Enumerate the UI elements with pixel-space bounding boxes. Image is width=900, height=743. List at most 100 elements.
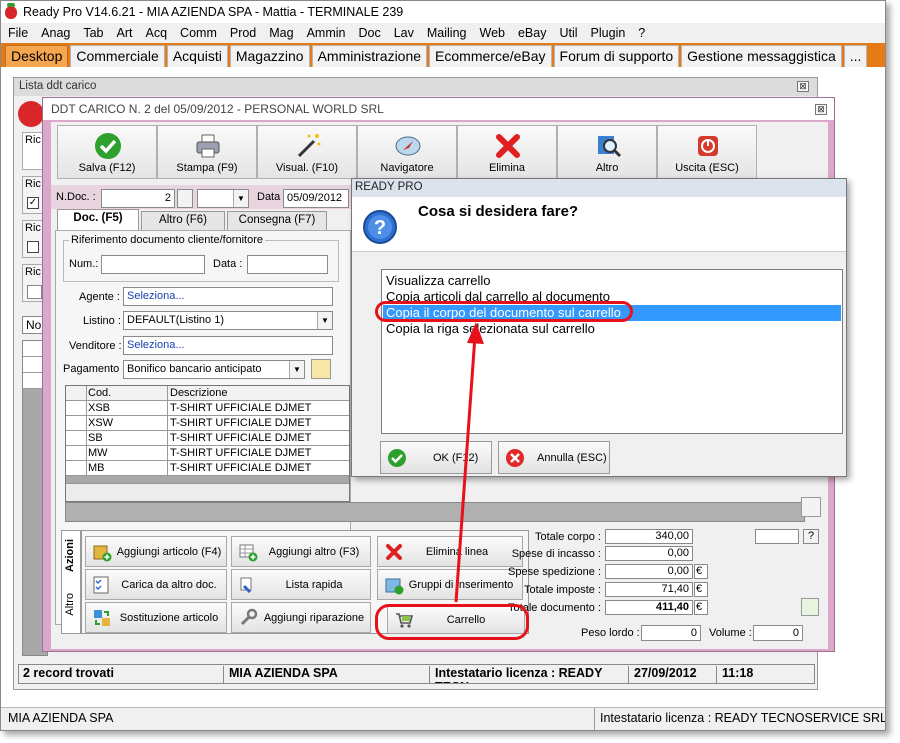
lista-close-icon[interactable]: ⊠ — [797, 81, 809, 92]
swap-icon — [94, 610, 110, 626]
num-input[interactable] — [101, 255, 205, 274]
save-button[interactable]: Salva (F12) — [57, 125, 157, 179]
menu-ammin[interactable]: Ammin — [302, 26, 354, 40]
visual-button[interactable]: Visual. (F10) — [257, 125, 357, 179]
menu-acq[interactable]: Acq — [141, 26, 176, 40]
menu-help[interactable]: ? — [633, 26, 653, 40]
tab-altro[interactable]: Altro (F6) — [141, 211, 225, 230]
filter-input[interactable] — [27, 285, 42, 299]
filter-checkbox[interactable] — [27, 241, 39, 253]
table-row[interactable]: XSW T-SHIRT UFFICIALE DJMET — [66, 416, 349, 431]
red-x-icon — [496, 134, 520, 158]
incasso-value[interactable]: 0,00 — [605, 546, 693, 561]
filter-checkbox[interactable]: ✓ — [27, 197, 39, 209]
tab-more[interactable]: ... — [843, 45, 868, 67]
tab-acquisti[interactable]: Acquisti — [166, 45, 228, 67]
help-button[interactable]: ? — [803, 529, 819, 544]
imposte-value: 71,40 — [605, 582, 693, 597]
add-other-button[interactable]: Aggiungi altro (F3) — [231, 536, 371, 567]
cancel-button[interactable]: Annulla (ESC) — [498, 441, 610, 474]
grid-action-icon[interactable] — [801, 497, 821, 517]
quick-list-icon — [240, 577, 252, 594]
menu-util[interactable]: Util — [554, 26, 585, 40]
navigator-button[interactable]: Navigatore — [357, 125, 457, 179]
side-tab-altro[interactable]: Altro — [64, 593, 76, 616]
spedizione-value[interactable]: 0,00 — [605, 564, 693, 579]
spedizione-label: Spese spedizione : — [508, 566, 601, 578]
documento-value: 411,40 — [605, 600, 693, 615]
side-tabs: Azioni Altro — [61, 530, 81, 634]
menu-ebay[interactable]: eBay — [513, 26, 555, 40]
side-tab-azioni[interactable]: Azioni — [64, 539, 76, 572]
ddt-close-icon[interactable]: ⊠ — [815, 104, 827, 115]
menu-art[interactable]: Art — [112, 26, 141, 40]
cell-desc: T-SHIRT UFFICIALE DJMET — [170, 462, 312, 474]
load-from-doc-button[interactable]: Carica da altro doc. — [85, 569, 227, 600]
check-icon — [95, 133, 121, 159]
agente-select[interactable]: Seleziona... — [123, 287, 333, 306]
table-row[interactable]: SB T-SHIRT UFFICIALE DJMET — [66, 431, 349, 446]
visual-label: Visual. (F10) — [275, 162, 339, 174]
filter-label: Ric — [25, 266, 41, 278]
tab-consegna[interactable]: Consegna (F7) — [227, 211, 327, 230]
add-repair-button[interactable]: Aggiungi riparazione — [231, 602, 371, 633]
checklist-icon — [93, 576, 109, 594]
tab-amministrazione[interactable]: Amministrazione — [311, 45, 428, 67]
list-item[interactable]: Copia la riga selezionata sul carrello — [383, 321, 841, 337]
articles-grid[interactable]: Cod. Descrizione XSB T-SHIRT UFFICIALE DJ… — [65, 385, 350, 502]
data2-input[interactable] — [247, 255, 328, 274]
menu-lav[interactable]: Lav — [389, 26, 422, 40]
cell-cod: XSW — [88, 417, 114, 429]
app-title: Ready Pro V14.6.21 - MIA AZIENDA SPA - M… — [23, 5, 404, 19]
grid-header: Cod. Descrizione — [66, 386, 349, 401]
tab-ecommerce[interactable]: Ecommerce/eBay — [429, 45, 552, 67]
table-row[interactable]: XSB T-SHIRT UFFICIALE DJMET — [66, 401, 349, 416]
tab-messaggistica[interactable]: Gestione messaggistica — [681, 45, 842, 67]
print-button[interactable]: Stampa (F9) — [157, 125, 257, 179]
menu-mag[interactable]: Mag — [264, 26, 301, 40]
replace-article-button[interactable]: Sostituzione articolo — [85, 602, 227, 633]
venditore-select[interactable]: Seleziona... — [123, 336, 333, 355]
tab-commerciale[interactable]: Commerciale — [70, 45, 165, 67]
grid-hscrollbar[interactable] — [66, 483, 349, 501]
listino-select[interactable]: DEFAULT(Listino 1) ▼ — [123, 311, 333, 330]
highlight-cart-oval — [375, 604, 529, 640]
ndoc-input[interactable]: 2 — [101, 189, 175, 208]
table-row[interactable]: MW T-SHIRT UFFICIALE DJMET — [66, 446, 349, 461]
list-item[interactable]: Visualizza carrello — [383, 273, 841, 289]
folder-icon[interactable] — [311, 359, 331, 379]
volume-value[interactable]: 0 — [753, 625, 803, 641]
menu-web[interactable]: Web — [475, 26, 513, 40]
tab-desktop[interactable]: Desktop — [5, 45, 69, 67]
exit-button[interactable]: Uscita (ESC) — [657, 125, 757, 179]
peso-value[interactable]: 0 — [641, 625, 701, 641]
tab-doc[interactable]: Doc. (F5) — [57, 209, 139, 230]
menu-file[interactable]: File — [3, 26, 36, 40]
ok-button[interactable]: OK (F12) — [380, 441, 492, 474]
ndoc-series-select[interactable]: ▼ — [197, 189, 249, 208]
menu-tab[interactable]: Tab — [78, 26, 111, 40]
ndoc-spin[interactable] — [177, 189, 193, 208]
quick-list-button[interactable]: Lista rapida — [231, 569, 371, 600]
menu-mailing[interactable]: Mailing — [422, 26, 475, 40]
menu-comm[interactable]: Comm — [175, 26, 225, 40]
pagamento-select[interactable]: Bonifico bancario anticipato ▼ — [123, 360, 305, 379]
tab-magazzino[interactable]: Magazzino — [229, 45, 310, 67]
options-list[interactable]: Visualizza carrello Copia articoli dal c… — [381, 269, 843, 434]
header-desc: Descrizione — [170, 387, 228, 399]
other-button[interactable]: Altro — [557, 125, 657, 179]
tab-forum[interactable]: Forum di supporto — [553, 45, 680, 67]
table-row[interactable]: MB T-SHIRT UFFICIALE DJMET — [66, 461, 349, 476]
zoom-icon[interactable] — [801, 598, 819, 616]
printer-icon — [196, 134, 220, 158]
delete-button[interactable]: Elimina — [457, 125, 557, 179]
menu-plugin[interactable]: Plugin — [586, 26, 634, 40]
data-input[interactable]: 05/09/2012 — [283, 189, 349, 208]
menu-prod[interactable]: Prod — [225, 26, 264, 40]
menu-doc[interactable]: Doc — [354, 26, 389, 40]
totals-panel: Totale corpo : 340,00 ? Spese di incasso… — [491, 527, 821, 647]
table-add-icon — [239, 544, 258, 562]
menu-anag[interactable]: Anag — [36, 26, 78, 40]
cell-desc: T-SHIRT UFFICIALE DJMET — [170, 432, 312, 444]
add-article-button[interactable]: Aggiungi articolo (F4) — [85, 536, 227, 567]
